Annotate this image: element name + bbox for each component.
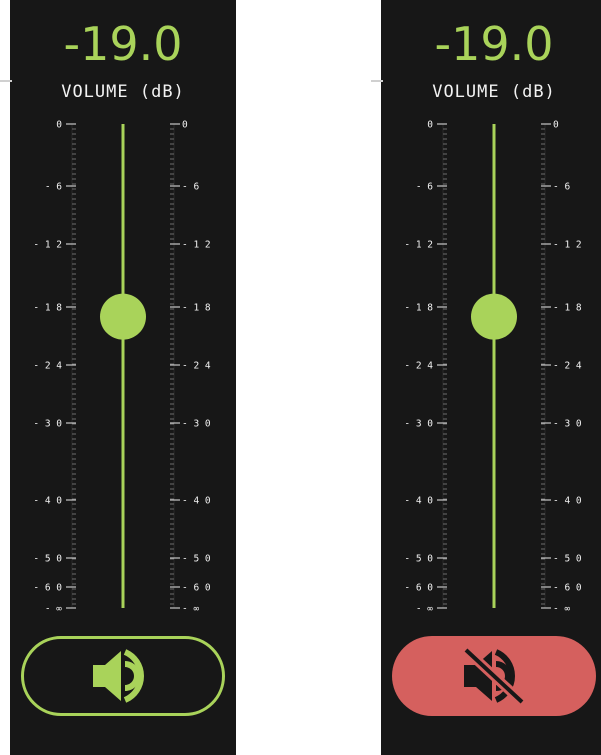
scale-label-left: - 5 0: [404, 554, 433, 565]
scale-label-right: - 6 0: [553, 583, 582, 594]
scale-label-left: - 1 2: [33, 240, 62, 251]
fader-knob[interactable]: [471, 293, 517, 340]
scale-label-right: - 4 0: [553, 496, 582, 507]
speaker-icon: [93, 649, 144, 703]
scale-label-right: - 2 4: [553, 361, 582, 372]
mute-toggle-button[interactable]: [392, 636, 596, 716]
volume-strip-muted: -19.0 VOLUME (dB) 00- 6- 6- 1 2- 1 2- 1 …: [371, 0, 601, 755]
scale-label-right: - 1 2: [182, 240, 211, 251]
scale-label-right: 0: [553, 120, 559, 131]
scale-label-left: - ∞: [45, 604, 62, 615]
scale-label-left: - 6: [416, 182, 433, 193]
scale-label-left: - 1 8: [404, 303, 433, 314]
scale-label-right: - ∞: [182, 604, 199, 615]
scale-label-right: - 1 8: [182, 303, 211, 314]
volume-strip-unmuted: -19.0 VOLUME (dB) 00- 6- 6- 1 2- 1 2- 1 …: [0, 0, 236, 755]
scale-label-right: - 6 0: [182, 583, 211, 594]
scale-label-left: 0: [427, 120, 433, 131]
scale-label-left: - 6 0: [404, 583, 433, 594]
scale-label-left: - 2 4: [404, 361, 433, 372]
scale-label-right: 0: [182, 120, 188, 131]
scale-label-right: - 5 0: [553, 554, 582, 565]
scale-label-left: - 4 0: [404, 496, 433, 507]
scale-label-left: - 3 0: [33, 419, 62, 430]
scale-label-right: - 5 0: [182, 554, 211, 565]
volume-fader[interactable]: 0 0 - 6 - 6 - 1 2 - 1 2 - 1 8 - 1 8 - 2 4 - 2 4 - …: [381, 0, 601, 620]
scale-label-left: - 1 2: [404, 240, 433, 251]
scale-label-right: - 1 8: [553, 303, 582, 314]
scale-label-left: - ∞: [416, 604, 433, 615]
scale-label-right: - ∞: [553, 604, 570, 615]
scale-label-left: - 1 8: [33, 303, 62, 314]
scale-label-right: - 4 0: [182, 496, 211, 507]
scale-label-left: - 5 0: [33, 554, 62, 565]
volume-fader[interactable]: 0 0 - 6 - 6 - 1 2 - 1 2 - 1 8 - 1 8 - 2 4 - 2 4 - …: [10, 0, 236, 620]
speaker-muted-icon: [462, 646, 526, 706]
scale-label-right: - 1 2: [553, 240, 582, 251]
scale-label-left: - 3 0: [404, 419, 433, 430]
scale-label-left: 0: [56, 120, 62, 131]
scale-label-left: - 6 0: [33, 583, 62, 594]
scale-label-right: - 3 0: [553, 419, 582, 430]
fader-knob[interactable]: [100, 293, 146, 340]
scale-label-left: - 4 0: [33, 496, 62, 507]
scale-label-left: - 6: [45, 182, 62, 193]
scale-label-left: - 2 4: [33, 361, 62, 372]
scale-label-right: - 6: [182, 182, 199, 193]
mute-toggle-button[interactable]: [21, 636, 225, 716]
scale-label-right: - 2 4: [182, 361, 211, 372]
scale-label-right: - 6: [553, 182, 570, 193]
scale-label-right: - 3 0: [182, 419, 211, 430]
